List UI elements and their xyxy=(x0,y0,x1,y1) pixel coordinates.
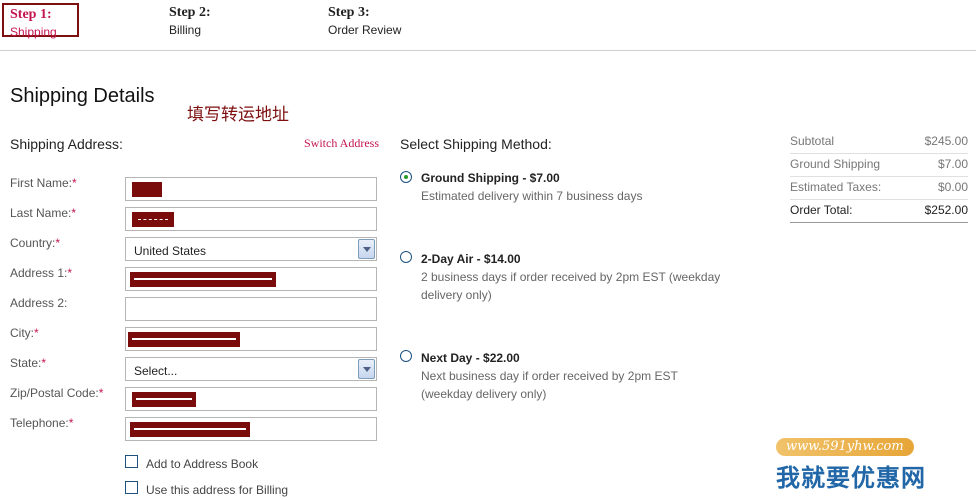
summary-label: Subtotal xyxy=(790,134,835,148)
add-to-address-book-label: Add to Address Book xyxy=(146,457,259,471)
redaction-mark xyxy=(130,422,250,437)
step-3-title: Step 3: xyxy=(328,5,370,20)
step-2-label: Billing xyxy=(169,23,202,37)
summary-shipping-row: Ground Shipping $7.00 xyxy=(790,153,968,177)
last-name-input[interactable] xyxy=(125,207,377,231)
use-for-billing-label: Use this address for Billing xyxy=(146,483,289,497)
address1-input[interactable] xyxy=(125,267,377,291)
watermark-url: www.591yhw.com xyxy=(776,438,914,456)
address2-label: Address 2: xyxy=(10,296,68,310)
add-to-address-book-checkbox[interactable] xyxy=(125,455,138,468)
city-input[interactable] xyxy=(125,327,377,351)
watermark-logo: 我就要优惠网 xyxy=(776,464,926,492)
redaction-mark xyxy=(132,212,174,227)
address2-input[interactable] xyxy=(125,297,377,321)
two-day-air-radio[interactable] xyxy=(400,251,412,263)
shipping-address-heading: Shipping Address: xyxy=(10,136,123,152)
country-select[interactable]: United States xyxy=(125,237,377,261)
summary-total-row: Order Total: $252.00 xyxy=(790,199,968,223)
ground-shipping-desc: Estimated delivery within 7 business day… xyxy=(421,189,643,203)
summary-subtotal-row: Subtotal $245.00 xyxy=(790,130,968,154)
summary-value: $252.00 xyxy=(924,203,968,217)
zip-label: Zip/Postal Code:* xyxy=(10,386,104,400)
country-label: Country:* xyxy=(10,236,61,250)
last-name-label: Last Name:* xyxy=(10,206,77,220)
redaction-mark xyxy=(132,182,162,197)
step-1-label: Shipping xyxy=(10,25,57,39)
step-3[interactable]: Step 3: Order Review xyxy=(328,5,401,37)
redaction-mark xyxy=(132,392,196,407)
country-selected-value: United States xyxy=(134,244,207,258)
state-label: State:* xyxy=(10,356,47,370)
step-2-title: Step 2: xyxy=(169,5,211,20)
address1-label: Address 1:* xyxy=(10,266,73,280)
step-1[interactable]: Step 1: Shipping xyxy=(2,3,79,39)
state-selected-value: Select... xyxy=(134,364,178,378)
two-day-air-desc-line1: 2 business days if order received by 2pm… xyxy=(421,270,721,284)
chevron-down-icon[interactable] xyxy=(358,359,375,379)
redaction-mark xyxy=(128,332,240,347)
telephone-label: Telephone:* xyxy=(10,416,74,430)
next-day-title: Next Day - $22.00 xyxy=(421,351,520,365)
summary-taxes-row: Estimated Taxes: $0.00 xyxy=(790,176,968,200)
step-2[interactable]: Step 2: Billing xyxy=(169,5,211,37)
ground-shipping-title: Ground Shipping - $7.00 xyxy=(421,171,560,185)
page-title: Shipping Details xyxy=(10,85,155,107)
ground-shipping-radio[interactable] xyxy=(400,171,412,183)
state-select[interactable]: Select... xyxy=(125,357,377,381)
summary-value: $7.00 xyxy=(937,157,968,171)
summary-value: $245.00 xyxy=(924,134,968,148)
first-name-label: First Name:* xyxy=(10,176,77,190)
two-day-air-desc-line2: delivery only) xyxy=(421,288,492,302)
two-day-air-title: 2-Day Air - $14.00 xyxy=(421,252,521,266)
step-1-title: Step 1: xyxy=(10,7,52,22)
next-day-desc-line1: Next business day if order received by 2… xyxy=(421,369,678,383)
annotation-note: 填写转运地址 xyxy=(187,105,289,125)
use-for-billing-checkbox[interactable] xyxy=(125,481,138,494)
first-name-input[interactable] xyxy=(125,177,377,201)
next-day-radio[interactable] xyxy=(400,350,412,362)
redaction-mark xyxy=(130,272,276,287)
summary-label: Order Total: xyxy=(790,203,853,217)
zip-input[interactable] xyxy=(125,387,377,411)
chevron-down-icon[interactable] xyxy=(358,239,375,259)
summary-label: Ground Shipping xyxy=(790,157,881,171)
telephone-input[interactable] xyxy=(125,417,377,441)
next-day-desc-line2: (weekday delivery only) xyxy=(421,387,547,401)
header-divider xyxy=(0,50,976,51)
step-3-label: Order Review xyxy=(328,23,402,37)
summary-label: Estimated Taxes: xyxy=(790,180,882,194)
summary-value: $0.00 xyxy=(937,180,968,194)
shipping-method-heading: Select Shipping Method: xyxy=(400,136,552,152)
city-label: City:* xyxy=(10,326,39,340)
switch-address-link[interactable]: Switch Address xyxy=(304,136,379,151)
